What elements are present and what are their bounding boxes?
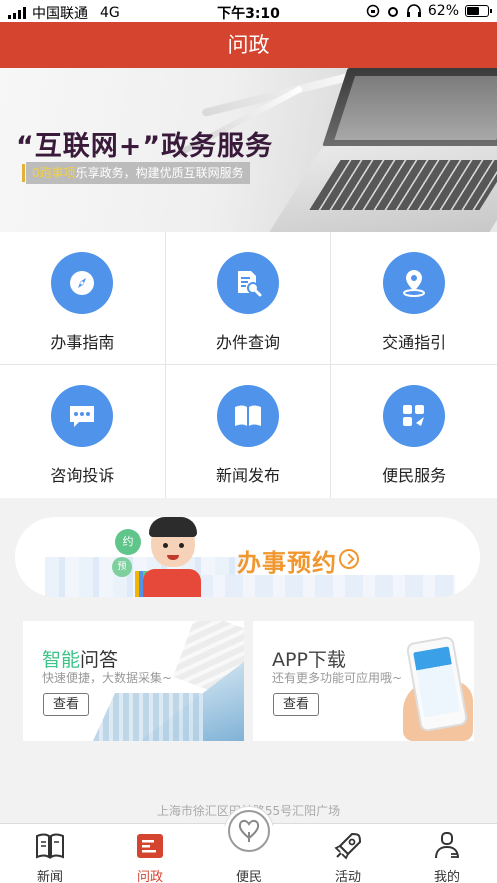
newspaper-icon	[36, 833, 64, 859]
card-title-rest: 问答	[80, 649, 119, 671]
card-title: 智能问答	[42, 645, 118, 672]
battery-icon	[465, 5, 492, 17]
tab-label: 活动	[334, 870, 361, 883]
appointment-bubble: 约	[115, 529, 141, 555]
banner-subtitle-rest: 乐享政务，构建优质互联网服务	[75, 166, 244, 180]
tab-news[interactable]: 新闻	[0, 824, 100, 883]
app-download-card[interactable]: APP下载 还有更多功能可应用哦~ 查看	[253, 621, 474, 741]
service-item-convenience[interactable]: 便民服务	[331, 365, 497, 498]
page-title: 问政	[0, 22, 497, 68]
status-bar: 中国联通 4G 下午3:10 62%	[0, 0, 497, 22]
appointment-bubble: 预	[112, 557, 132, 577]
service-item-news-release[interactable]: 新闻发布	[166, 365, 332, 498]
tab-label: 问政	[136, 870, 163, 883]
card-title: APP下载	[272, 649, 346, 671]
view-qa-button[interactable]: 查看	[43, 693, 89, 716]
view-app-button[interactable]: 查看	[273, 693, 319, 716]
city-skyline-decoration	[195, 575, 455, 597]
chat-bubble-icon	[51, 385, 114, 447]
compass-icon	[51, 252, 114, 314]
document-search-icon	[216, 252, 279, 314]
tab-label: 新闻	[36, 870, 63, 883]
appointment-banner[interactable]: 约 预 办事预约	[15, 517, 480, 597]
tab-inquiry[interactable]: 问政	[100, 824, 200, 883]
service-label: 新闻发布	[215, 466, 280, 485]
banner-subtitle-highlight: 0跑事项	[32, 166, 76, 180]
card-subtitle: 还有更多功能可应用哦~	[272, 671, 403, 685]
banner-title: “互联网+”政务服务	[16, 131, 274, 162]
promo-banner[interactable]: “互联网+”政务服务 0跑事项乐享政务，构建优质互联网服务	[0, 68, 497, 232]
rocket-icon	[334, 833, 361, 860]
battery-percent: 62%	[427, 3, 459, 19]
status-right: 62%	[366, 3, 492, 19]
battery-fill	[467, 7, 480, 15]
service-item-traffic[interactable]: 交通指引	[331, 232, 497, 365]
bottom-tab-bar: 新闻 问政 便民 活动 我的	[0, 806, 497, 883]
alarm-icon	[387, 7, 398, 17]
card-subtitle: 快速便捷，大数据采集~	[42, 671, 173, 685]
book-icon	[216, 385, 279, 447]
inquiry-icon	[137, 834, 163, 858]
building-illustration	[93, 693, 203, 741]
clerk-illustration	[143, 517, 201, 597]
banner-accent-bar	[22, 164, 25, 182]
apps-icon	[383, 385, 446, 447]
service-label: 便民服务	[382, 466, 447, 485]
tab-mine[interactable]: 我的	[397, 824, 497, 883]
laptop-illustration	[266, 68, 497, 232]
headphones-icon	[406, 4, 421, 17]
tab-label: 便民	[235, 870, 262, 883]
service-label: 交通指引	[382, 333, 447, 352]
banner-subtitle: 0跑事项乐享政务，构建优质互联网服务	[26, 162, 250, 184]
service-item-complaint[interactable]: 咨询投诉	[0, 365, 166, 498]
service-label: 办件查询	[215, 333, 280, 352]
lock-rotation-icon	[366, 4, 380, 18]
service-label: 办事指南	[50, 333, 115, 352]
location-pin-icon	[383, 252, 446, 314]
service-item-case-query[interactable]: 办件查询	[165, 232, 332, 365]
heart-hands-icon	[228, 810, 270, 852]
smart-qa-card[interactable]: 智能问答 快速便捷，大数据采集~ 查看	[23, 621, 244, 741]
service-item-guide[interactable]: 办事指南	[0, 232, 166, 365]
card-title-highlight: 智能	[42, 649, 81, 671]
tab-activity[interactable]: 活动	[298, 824, 398, 883]
service-grid: 办事指南 办件查询 交通指引 咨询投诉 新闻发布 便民服务	[0, 232, 497, 498]
tab-label: 我的	[433, 870, 460, 883]
appointment-label: 办事预约	[237, 549, 337, 577]
service-label: 咨询投诉	[50, 466, 115, 485]
user-icon	[435, 832, 459, 859]
arrow-right-circle-icon	[339, 549, 359, 569]
